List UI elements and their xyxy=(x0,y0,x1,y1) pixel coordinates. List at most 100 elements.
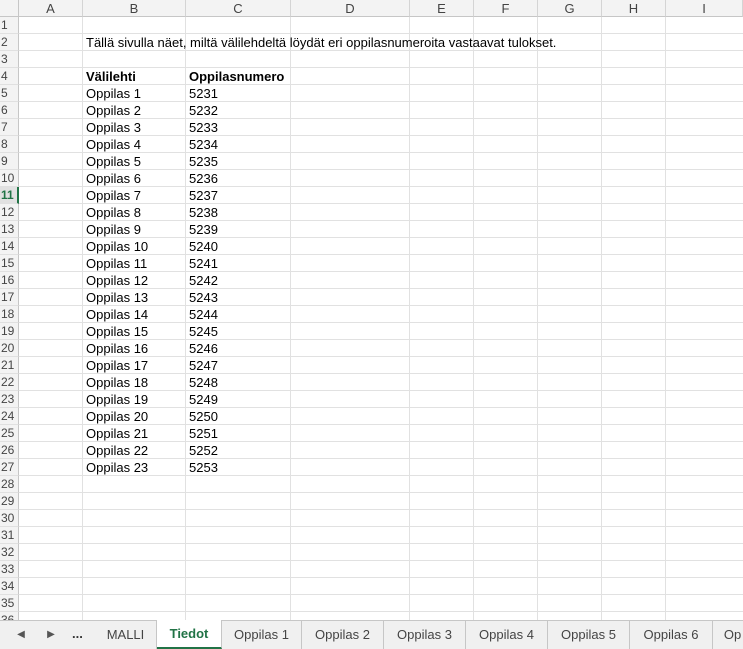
row-header-12[interactable]: 12 xyxy=(0,204,19,221)
sheet-name-cell[interactable]: Oppilas 1 xyxy=(83,85,141,102)
sheet-tab-tiedot[interactable]: Tiedot xyxy=(157,620,222,649)
sheet-name-cell[interactable]: Oppilas 21 xyxy=(83,425,148,442)
header-valilehti[interactable]: Välilehti xyxy=(83,68,136,85)
row-header-13[interactable]: 13 xyxy=(0,221,19,238)
row-header-18[interactable]: 18 xyxy=(0,306,19,323)
sheet-name-cell[interactable]: Oppilas 14 xyxy=(83,306,148,323)
column-header-f[interactable]: F xyxy=(474,0,538,17)
row-header-8[interactable]: 8 xyxy=(0,136,19,153)
sheet-name-cell[interactable]: Oppilas 18 xyxy=(83,374,148,391)
row-header-31[interactable]: 31 xyxy=(0,527,19,544)
sheet-tab-oppilas-2[interactable]: Oppilas 2 xyxy=(302,621,384,649)
row-header-7[interactable]: 7 xyxy=(0,119,19,136)
sheet-name-cell[interactable]: Oppilas 22 xyxy=(83,442,148,459)
row-header-28[interactable]: 28 xyxy=(0,476,19,493)
row-header-3[interactable]: 3 xyxy=(0,51,19,68)
sheet-name-cell[interactable]: Oppilas 10 xyxy=(83,238,148,255)
column-header-d[interactable]: D xyxy=(291,0,410,17)
next-sheet-icon[interactable]: ▶ xyxy=(44,627,58,643)
student-number-cell[interactable]: 5231 xyxy=(186,85,218,102)
row-header-33[interactable]: 33 xyxy=(0,561,19,578)
column-header-g[interactable]: G xyxy=(538,0,602,17)
student-number-cell[interactable]: 5234 xyxy=(186,136,218,153)
sheet-name-cell[interactable]: Oppilas 6 xyxy=(83,170,141,187)
row-header-26[interactable]: 26 xyxy=(0,442,19,459)
header-oppilasnumero[interactable]: Oppilasnumero xyxy=(186,68,284,85)
student-number-cell[interactable]: 5248 xyxy=(186,374,218,391)
sheet-name-cell[interactable]: Oppilas 12 xyxy=(83,272,148,289)
sheet-tab-oppilas-3[interactable]: Oppilas 3 xyxy=(384,621,466,649)
sheet-name-cell[interactable]: Oppilas 4 xyxy=(83,136,141,153)
select-all-corner[interactable] xyxy=(0,0,19,17)
sheet-name-cell[interactable]: Oppilas 13 xyxy=(83,289,148,306)
column-header-e[interactable]: E xyxy=(410,0,474,17)
row-header-36[interactable]: 36 xyxy=(0,612,19,620)
row-header-11[interactable]: 11 xyxy=(0,187,19,204)
sheet-name-cell[interactable]: Oppilas 7 xyxy=(83,187,141,204)
sheet-name-cell[interactable]: Oppilas 17 xyxy=(83,357,148,374)
sheet-name-cell[interactable]: Oppilas 23 xyxy=(83,459,148,476)
sheet-name-cell[interactable]: Oppilas 20 xyxy=(83,408,148,425)
more-sheets-button[interactable]: ... xyxy=(72,625,83,643)
row-header-5[interactable]: 5 xyxy=(0,85,19,102)
column-header-c[interactable]: C xyxy=(186,0,291,17)
sheet-tab-oppilas-1[interactable]: Oppilas 1 xyxy=(222,621,302,649)
sheet-name-cell[interactable]: Oppilas 11 xyxy=(83,255,147,272)
student-number-cell[interactable]: 5252 xyxy=(186,442,218,459)
column-header-h[interactable]: H xyxy=(602,0,666,17)
column-header-i[interactable]: I xyxy=(666,0,743,17)
sheet-name-cell[interactable]: Oppilas 2 xyxy=(83,102,141,119)
student-number-cell[interactable]: 5236 xyxy=(186,170,218,187)
sheet-tab-oppilas-5[interactable]: Oppilas 5 xyxy=(548,621,630,649)
student-number-cell[interactable]: 5237 xyxy=(186,187,218,204)
student-number-cell[interactable]: 5253 xyxy=(186,459,218,476)
sheet-name-cell[interactable]: Oppilas 5 xyxy=(83,153,141,170)
student-number-cell[interactable]: 5238 xyxy=(186,204,218,221)
student-number-cell[interactable]: 5246 xyxy=(186,340,218,357)
row-header-14[interactable]: 14 xyxy=(0,238,19,255)
sheet-name-cell[interactable]: Oppilas 3 xyxy=(83,119,141,136)
row-header-19[interactable]: 19 xyxy=(0,323,19,340)
prev-sheet-icon[interactable]: ◀ xyxy=(14,627,28,643)
row-header-34[interactable]: 34 xyxy=(0,578,19,595)
sheet-name-cell[interactable]: Oppilas 15 xyxy=(83,323,148,340)
row-header-1[interactable]: 1 xyxy=(0,17,19,34)
row-header-22[interactable]: 22 xyxy=(0,374,19,391)
spreadsheet-grid[interactable]: A B C D E F G H I 1 2 3 4 5 6 7 8 9 10 11 12 13 14 15 16 17 18 19 20… xyxy=(0,0,743,620)
row-header-30[interactable]: 30 xyxy=(0,510,19,527)
student-number-cell[interactable]: 5244 xyxy=(186,306,218,323)
student-number-cell[interactable]: 5245 xyxy=(186,323,218,340)
row-header-15[interactable]: 15 xyxy=(0,255,19,272)
student-number-cell[interactable]: 5239 xyxy=(186,221,218,238)
row-header-25[interactable]: 25 xyxy=(0,425,19,442)
row-header-6[interactable]: 6 xyxy=(0,102,19,119)
sheet-name-cell[interactable]: Oppilas 9 xyxy=(83,221,141,238)
row-header-10[interactable]: 10 xyxy=(0,170,19,187)
student-number-cell[interactable]: 5240 xyxy=(186,238,218,255)
student-number-cell[interactable]: 5247 xyxy=(186,357,218,374)
column-header-a[interactable]: A xyxy=(19,0,83,17)
row-header-21[interactable]: 21 xyxy=(0,357,19,374)
row-header-4[interactable]: 4 xyxy=(0,68,19,85)
row-header-20[interactable]: 20 xyxy=(0,340,19,357)
row-header-16[interactable]: 16 xyxy=(0,272,19,289)
row-header-35[interactable]: 35 xyxy=(0,595,19,612)
student-number-cell[interactable]: 5250 xyxy=(186,408,218,425)
intro-text-cell[interactable]: Tällä sivulla näet, miltä välilehdeltä l… xyxy=(83,34,556,51)
sheet-name-cell[interactable]: Oppilas 8 xyxy=(83,204,141,221)
student-number-cell[interactable]: 5243 xyxy=(186,289,218,306)
row-header-17[interactable]: 17 xyxy=(0,289,19,306)
row-header-2[interactable]: 2 xyxy=(0,34,19,51)
sheet-tab-op[interactable]: Op xyxy=(713,621,743,649)
column-header-b[interactable]: B xyxy=(83,0,186,17)
student-number-cell[interactable]: 5251 xyxy=(186,425,218,442)
row-header-24[interactable]: 24 xyxy=(0,408,19,425)
sheet-name-cell[interactable]: Oppilas 19 xyxy=(83,391,148,408)
row-header-27[interactable]: 27 xyxy=(0,459,19,476)
student-number-cell[interactable]: 5233 xyxy=(186,119,218,136)
sheet-tab-oppilas-4[interactable]: Oppilas 4 xyxy=(466,621,548,649)
student-number-cell[interactable]: 5235 xyxy=(186,153,218,170)
row-header-29[interactable]: 29 xyxy=(0,493,19,510)
student-number-cell[interactable]: 5232 xyxy=(186,102,218,119)
row-header-32[interactable]: 32 xyxy=(0,544,19,561)
